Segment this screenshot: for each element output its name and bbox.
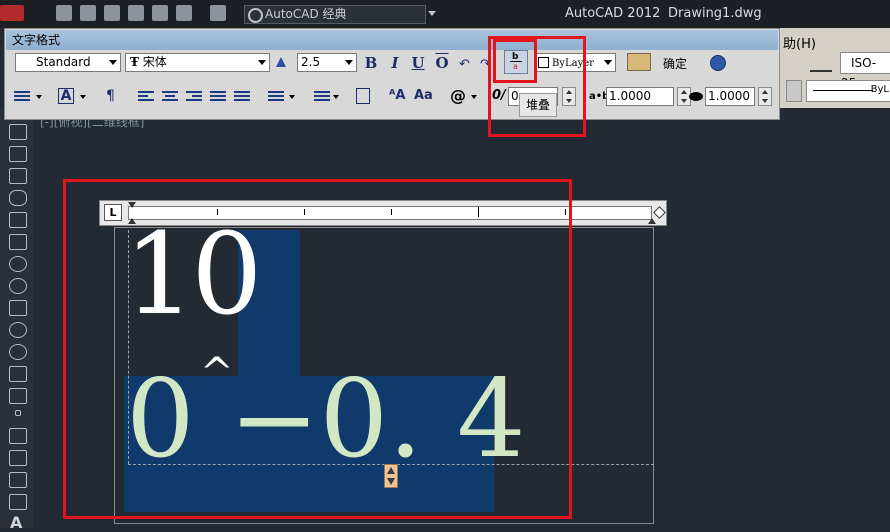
- undo-icon[interactable]: ↶: [459, 57, 470, 72]
- gear-icon: [248, 8, 263, 23]
- uppercase-icon[interactable]: ᴬA: [389, 88, 405, 103]
- linetype-preview: [813, 90, 873, 91]
- annotative-icon[interactable]: [276, 57, 286, 67]
- symbol-icon[interactable]: @: [450, 86, 466, 105]
- insert-field-icon[interactable]: [356, 88, 370, 104]
- italic-button[interactable]: I: [386, 54, 404, 72]
- line-spacing-dropdown-icon[interactable]: [289, 95, 295, 99]
- open-icon[interactable]: [80, 5, 96, 21]
- bold-button[interactable]: B: [362, 54, 380, 72]
- width-factor-icon: [689, 92, 703, 101]
- lowercase-icon[interactable]: Aa: [414, 88, 433, 103]
- justification-dropdown-icon[interactable]: [80, 95, 86, 99]
- right-indent-icon[interactable]: [648, 218, 656, 224]
- line-spacing-icon[interactable]: [268, 91, 284, 105]
- polyline-icon[interactable]: [9, 168, 27, 184]
- workspace-selector[interactable]: AutoCAD 经典: [244, 5, 426, 24]
- linetype-arrow-button[interactable]: [786, 80, 802, 102]
- columns-icon[interactable]: [14, 91, 30, 105]
- mtext-justification-icon[interactable]: A: [58, 88, 74, 104]
- ellipse-icon[interactable]: [9, 322, 27, 338]
- make-block-icon[interactable]: [9, 388, 27, 404]
- menu-help[interactable]: 助(H): [783, 33, 816, 52]
- underline-button[interactable]: U: [409, 54, 427, 72]
- numbering-dropdown-icon[interactable]: [333, 95, 339, 99]
- region-icon[interactable]: [9, 472, 27, 488]
- chevron-down-icon[interactable]: [428, 11, 436, 16]
- truetype-icon: Ŧ: [130, 55, 139, 69]
- linetype-value: ByL: [870, 84, 889, 95]
- text-style-select[interactable]: Standard: [15, 53, 121, 72]
- paragraph-icon[interactable]: ¶: [106, 88, 115, 104]
- text-height-select[interactable]: 2.5: [297, 53, 357, 72]
- point-icon[interactable]: [15, 410, 21, 416]
- overline-button[interactable]: O: [433, 54, 451, 72]
- toolbar-title: 文字格式: [12, 33, 61, 47]
- revision-cloud-icon[interactable]: [9, 278, 27, 294]
- document-title: Drawing1.dwg: [668, 6, 762, 21]
- width-factor-spinner[interactable]: [758, 87, 772, 106]
- draw-toolbar: A: [0, 110, 33, 532]
- spline-icon[interactable]: [9, 300, 27, 316]
- arc-icon[interactable]: [9, 234, 27, 250]
- text-style-value: Standard: [36, 55, 91, 69]
- print-icon[interactable]: [152, 5, 168, 21]
- new-icon[interactable]: [56, 5, 72, 21]
- construction-line-icon[interactable]: [9, 146, 27, 162]
- text-height-value: 2.5: [301, 55, 321, 69]
- font-select[interactable]: Ŧ 宋体: [125, 53, 270, 72]
- dimension-style-icon[interactable]: [810, 52, 832, 72]
- undo-icon[interactable]: [176, 5, 192, 21]
- ellipse-arc-icon[interactable]: [9, 344, 27, 360]
- tracking-value: 1.0000: [609, 89, 651, 103]
- text-formatting-toolbar: 文字格式: [4, 28, 780, 120]
- insert-block-icon[interactable]: [9, 366, 27, 382]
- justify-icon[interactable]: [210, 91, 226, 105]
- save-as-icon[interactable]: [128, 5, 144, 21]
- numbering-icon[interactable]: [314, 91, 330, 105]
- font-value: 宋体: [142, 55, 167, 69]
- symbol-dropdown-icon[interactable]: [471, 95, 477, 99]
- distribute-icon[interactable]: [234, 91, 250, 105]
- toolbar-titlebar[interactable]: 文字格式: [6, 30, 778, 50]
- ok-button[interactable]: 确定: [663, 55, 687, 72]
- line-tool-icon[interactable]: [9, 124, 27, 140]
- table-icon[interactable]: [9, 494, 27, 510]
- rectangle-icon[interactable]: [9, 212, 27, 228]
- align-center-icon[interactable]: [162, 91, 178, 105]
- columns-dropdown-icon[interactable]: [36, 95, 42, 99]
- dimension-style-select[interactable]: ISO-25: [840, 52, 890, 90]
- options-icon[interactable]: [710, 55, 726, 71]
- gradient-icon[interactable]: [9, 450, 27, 466]
- app-menu-icon[interactable]: [0, 5, 24, 21]
- ruler-toggle-icon[interactable]: [627, 53, 651, 71]
- annotation-box-editor: [63, 179, 572, 519]
- tracking-input[interactable]: 1.0000: [606, 87, 674, 106]
- redo-icon[interactable]: [210, 5, 226, 21]
- annotation-box-stack-button: [493, 39, 537, 83]
- width-factor-input[interactable]: 1.0000: [705, 87, 755, 106]
- save-icon[interactable]: [104, 5, 120, 21]
- mtext-icon[interactable]: A: [10, 513, 22, 532]
- polygon-icon[interactable]: [9, 190, 27, 206]
- linetype-select[interactable]: ByL: [806, 80, 890, 102]
- circle-icon[interactable]: [9, 256, 27, 272]
- align-right-icon[interactable]: [186, 91, 202, 105]
- app-title: AutoCAD 2012: [565, 6, 661, 21]
- align-left-icon[interactable]: [138, 91, 154, 105]
- width-factor-value: 1.0000: [708, 89, 750, 103]
- hatch-icon[interactable]: [9, 428, 27, 444]
